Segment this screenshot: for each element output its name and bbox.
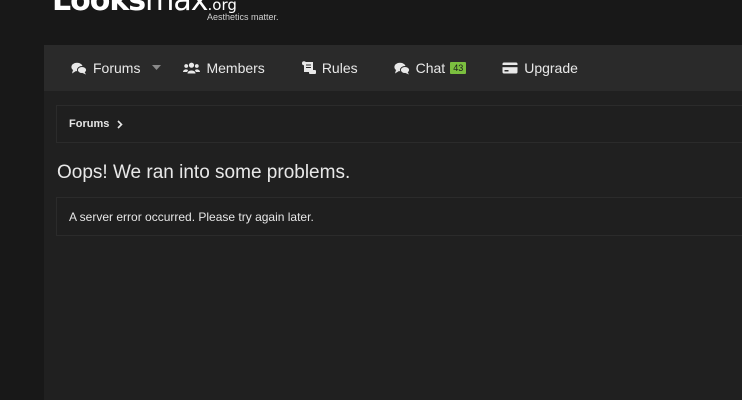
users-icon — [183, 62, 201, 74]
page: Looksmax.org Aesthetics matter. Forums M… — [0, 0, 742, 400]
nav-tab-rules-label: Rules — [321, 60, 358, 76]
logo-tagline: Aesthetics matter. — [207, 12, 279, 22]
error-message: A server error occurred. Please try agai… — [69, 209, 314, 224]
comments-icon — [394, 62, 410, 75]
nav-tab-forums-label: Forums — [93, 60, 141, 76]
breadcrumb-item-forums[interactable]: Forums — [69, 118, 109, 130]
site-header: Looksmax.org Aesthetics matter. — [0, 0, 742, 44]
comments-icon — [71, 62, 87, 75]
breadcrumb: Forums — [56, 105, 742, 143]
nav-tab-chat-label: Chat — [415, 60, 446, 76]
nav-tab-members-label: Members — [206, 60, 265, 76]
nav-tab-chat[interactable]: Chat 43 — [394, 45, 467, 91]
nav-tab-upgrade-label: Upgrade — [524, 60, 578, 76]
site-logo[interactable]: Looksmax.org Aesthetics matter. — [52, 0, 279, 26]
chevron-down-icon[interactable] — [152, 65, 162, 71]
nav-tab-rules[interactable]: Rules — [301, 45, 358, 91]
logo-text-main: Looks — [52, 0, 146, 18]
credit-card-icon — [502, 62, 518, 74]
chat-count-badge: 43 — [450, 62, 467, 74]
page-title: Oops! We ran into some problems. — [57, 162, 351, 183]
error-message-block: A server error occurred. Please try agai… — [56, 197, 742, 236]
logo-text-max: max — [145, 0, 208, 18]
nav-tab-members[interactable]: Members — [183, 45, 265, 91]
nav-tab-forums[interactable]: Forums — [71, 45, 140, 91]
main-content: Forums Oops! We ran into some problems. … — [44, 91, 742, 400]
scroll-icon — [301, 61, 316, 75]
main-navigation: Forums Members Rules Chat 43 Upgrade — [44, 45, 742, 91]
chevron-right-icon — [117, 119, 123, 129]
nav-tab-upgrade[interactable]: Upgrade — [502, 45, 578, 91]
